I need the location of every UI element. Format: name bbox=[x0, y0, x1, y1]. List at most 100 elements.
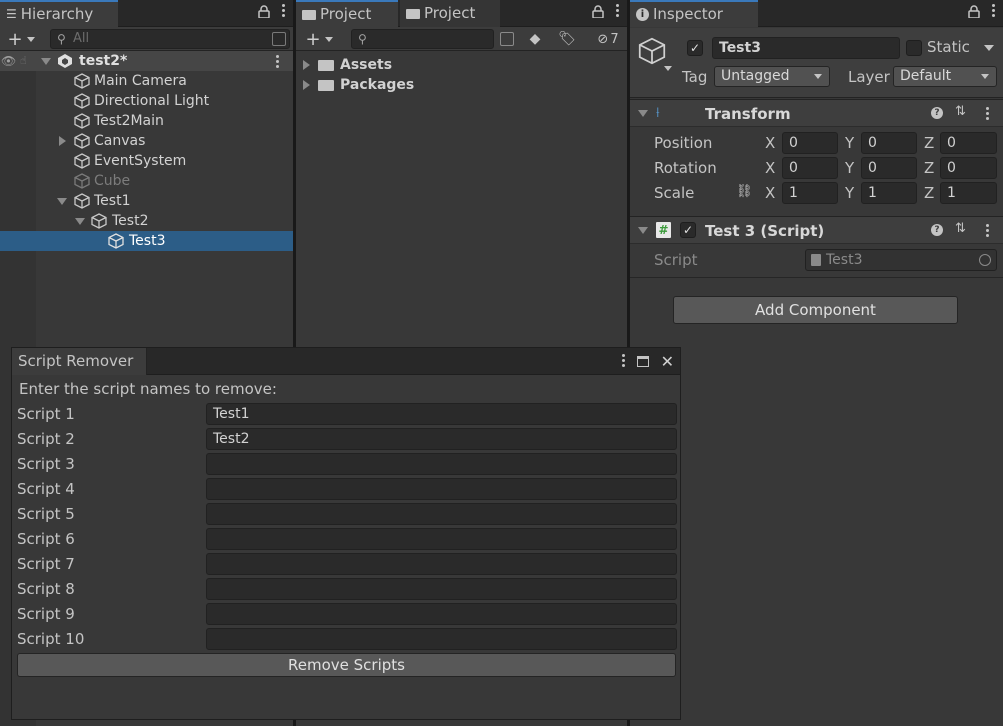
static-checkbox[interactable] bbox=[906, 40, 922, 56]
static-dropdown-caret[interactable] bbox=[984, 45, 994, 51]
help-icon[interactable]: ? bbox=[931, 107, 943, 119]
presets-icon[interactable]: ⇅ bbox=[955, 104, 966, 119]
expand-arrow-icon[interactable] bbox=[303, 60, 310, 70]
help-icon[interactable]: ? bbox=[931, 224, 943, 236]
hidden-packages-button[interactable]: ⊘ 7 bbox=[591, 29, 625, 49]
object-picker-icon[interactable] bbox=[979, 254, 991, 266]
project-search-input[interactable]: ⚲ bbox=[351, 29, 494, 49]
kebab-menu-icon[interactable] bbox=[282, 4, 285, 19]
position-x-label[interactable]: X bbox=[765, 134, 775, 152]
tree-item-canvas[interactable]: Canvas bbox=[0, 131, 293, 151]
scene-row[interactable]: 👁 ☝ test2* bbox=[0, 51, 293, 71]
active-checkbox[interactable]: ✓ bbox=[687, 40, 703, 56]
tab-script-remover[interactable]: Script Remover bbox=[12, 348, 147, 375]
create-button[interactable]: + bbox=[4, 29, 38, 50]
lock-icon[interactable] bbox=[968, 5, 980, 18]
tag-dropdown[interactable]: Untagged bbox=[714, 66, 830, 87]
tab-project-2[interactable]: Project bbox=[400, 0, 500, 27]
scale-y-label[interactable]: Y bbox=[845, 184, 854, 202]
script-component-header[interactable]: # ✓ Test 3 (Script) ? ⇅ bbox=[630, 216, 1003, 244]
collapse-arrow-icon[interactable] bbox=[75, 218, 85, 225]
presets-icon[interactable]: ⇅ bbox=[955, 221, 966, 236]
visibility-icon[interactable]: 👁 bbox=[1, 51, 16, 71]
transform-header[interactable]: ⟊ Transform ? ⇅ bbox=[630, 99, 1003, 127]
scale-y-field[interactable]: 1 bbox=[861, 182, 917, 204]
constrain-proportions-icon[interactable]: ⛓ bbox=[736, 184, 753, 199]
script-name-input[interactable]: Test1 bbox=[206, 403, 677, 425]
tree-item-eventsystem[interactable]: EventSystem bbox=[0, 151, 293, 171]
close-icon[interactable]: ✕ bbox=[661, 353, 674, 369]
lock-icon[interactable] bbox=[258, 5, 270, 18]
maximize-icon[interactable] bbox=[636, 356, 649, 367]
script-name-input[interactable] bbox=[206, 528, 677, 550]
collapse-arrow-icon[interactable] bbox=[57, 198, 67, 205]
script-name-input[interactable] bbox=[206, 478, 677, 500]
object-name-field[interactable]: Test3 bbox=[712, 37, 900, 59]
tree-item-test3[interactable]: Test3 bbox=[0, 231, 293, 251]
hierarchy-search-input[interactable]: ⚲ All bbox=[50, 29, 290, 49]
rotation-x-label[interactable]: X bbox=[765, 159, 775, 177]
tree-item-main-camera[interactable]: Main Camera bbox=[0, 71, 293, 91]
rotation-z-label[interactable]: Z bbox=[924, 159, 934, 177]
tree-item-test1[interactable]: Test1 bbox=[0, 191, 293, 211]
folder-packages[interactable]: Packages bbox=[296, 75, 627, 95]
rotation-z-field[interactable]: 0 bbox=[940, 157, 997, 179]
lock-icon[interactable] bbox=[592, 5, 604, 18]
collapse-arrow-icon[interactable] bbox=[638, 110, 648, 117]
script-name-input[interactable] bbox=[206, 503, 677, 525]
gameobject-large-icon[interactable] bbox=[638, 37, 666, 65]
scale-label: Scale bbox=[654, 184, 695, 202]
object-header: ✓ Test3 Static Tag Untagged Layer Defaul… bbox=[630, 28, 1003, 98]
script-name-input[interactable] bbox=[206, 628, 677, 650]
create-button[interactable]: + bbox=[302, 29, 336, 50]
position-y-label[interactable]: Y bbox=[845, 134, 854, 152]
collapse-arrow-icon[interactable] bbox=[638, 227, 648, 234]
rotation-y-label[interactable]: Y bbox=[845, 159, 854, 177]
script-name-input[interactable] bbox=[206, 603, 677, 625]
tree-item-label: EventSystem bbox=[94, 153, 187, 169]
script-object-field[interactable]: Test3 bbox=[805, 249, 997, 271]
tree-item-test2[interactable]: Test2 bbox=[0, 211, 293, 231]
kebab-menu-icon[interactable] bbox=[992, 4, 995, 19]
search-options-button[interactable] bbox=[498, 29, 516, 49]
script-name-input[interactable] bbox=[206, 453, 677, 475]
script-name-input[interactable]: Test2 bbox=[206, 428, 677, 450]
position-z-field[interactable]: 0 bbox=[940, 132, 997, 154]
script-enabled-checkbox[interactable]: ✓ bbox=[680, 222, 696, 238]
scale-z-field[interactable]: 1 bbox=[940, 182, 997, 204]
rotation-x-field[interactable]: 0 bbox=[782, 157, 838, 179]
tab-inspector[interactable]: i Inspector bbox=[630, 0, 758, 27]
remove-scripts-button[interactable]: Remove Scripts bbox=[17, 653, 676, 677]
tab-project-1[interactable]: Project bbox=[296, 0, 398, 27]
position-z-label[interactable]: Z bbox=[924, 134, 934, 152]
kebab-menu-icon[interactable] bbox=[621, 354, 625, 369]
pickable-icon[interactable]: ☝ bbox=[20, 51, 27, 71]
icon-dropdown-caret[interactable] bbox=[664, 66, 672, 71]
expand-search-icon[interactable] bbox=[272, 32, 286, 46]
add-component-button[interactable]: Add Component bbox=[673, 296, 958, 324]
position-x-field[interactable]: 0 bbox=[782, 132, 838, 154]
tree-item-cube[interactable]: Cube bbox=[0, 171, 293, 191]
expand-arrow-icon[interactable] bbox=[41, 58, 51, 65]
kebab-menu-icon[interactable] bbox=[616, 4, 619, 19]
layer-dropdown[interactable]: Default bbox=[893, 66, 997, 87]
filter-by-type-button[interactable]: ◆ bbox=[524, 29, 546, 49]
folder-assets[interactable]: Assets bbox=[296, 55, 627, 75]
tab-hierarchy[interactable]: ☰ Hierarchy bbox=[0, 0, 118, 27]
expand-arrow-icon[interactable] bbox=[303, 80, 310, 90]
tree-item-test2main[interactable]: Test2Main bbox=[0, 111, 293, 131]
filter-by-label-button[interactable]: 🏷 bbox=[556, 29, 578, 49]
expand-arrow-icon[interactable] bbox=[59, 136, 66, 146]
tree-item-directional-light[interactable]: Directional Light bbox=[0, 91, 293, 111]
component-menu-icon[interactable] bbox=[986, 224, 989, 239]
scene-menu-icon[interactable] bbox=[276, 55, 279, 70]
rotation-y-field[interactable]: 0 bbox=[861, 157, 917, 179]
scale-x-field[interactable]: 1 bbox=[782, 182, 838, 204]
csharp-script-icon: # bbox=[656, 222, 671, 238]
scale-z-label[interactable]: Z bbox=[924, 184, 934, 202]
script-name-input[interactable] bbox=[206, 578, 677, 600]
script-name-input[interactable] bbox=[206, 553, 677, 575]
component-menu-icon[interactable] bbox=[986, 107, 989, 122]
scale-x-label[interactable]: X bbox=[765, 184, 775, 202]
position-y-field[interactable]: 0 bbox=[861, 132, 917, 154]
